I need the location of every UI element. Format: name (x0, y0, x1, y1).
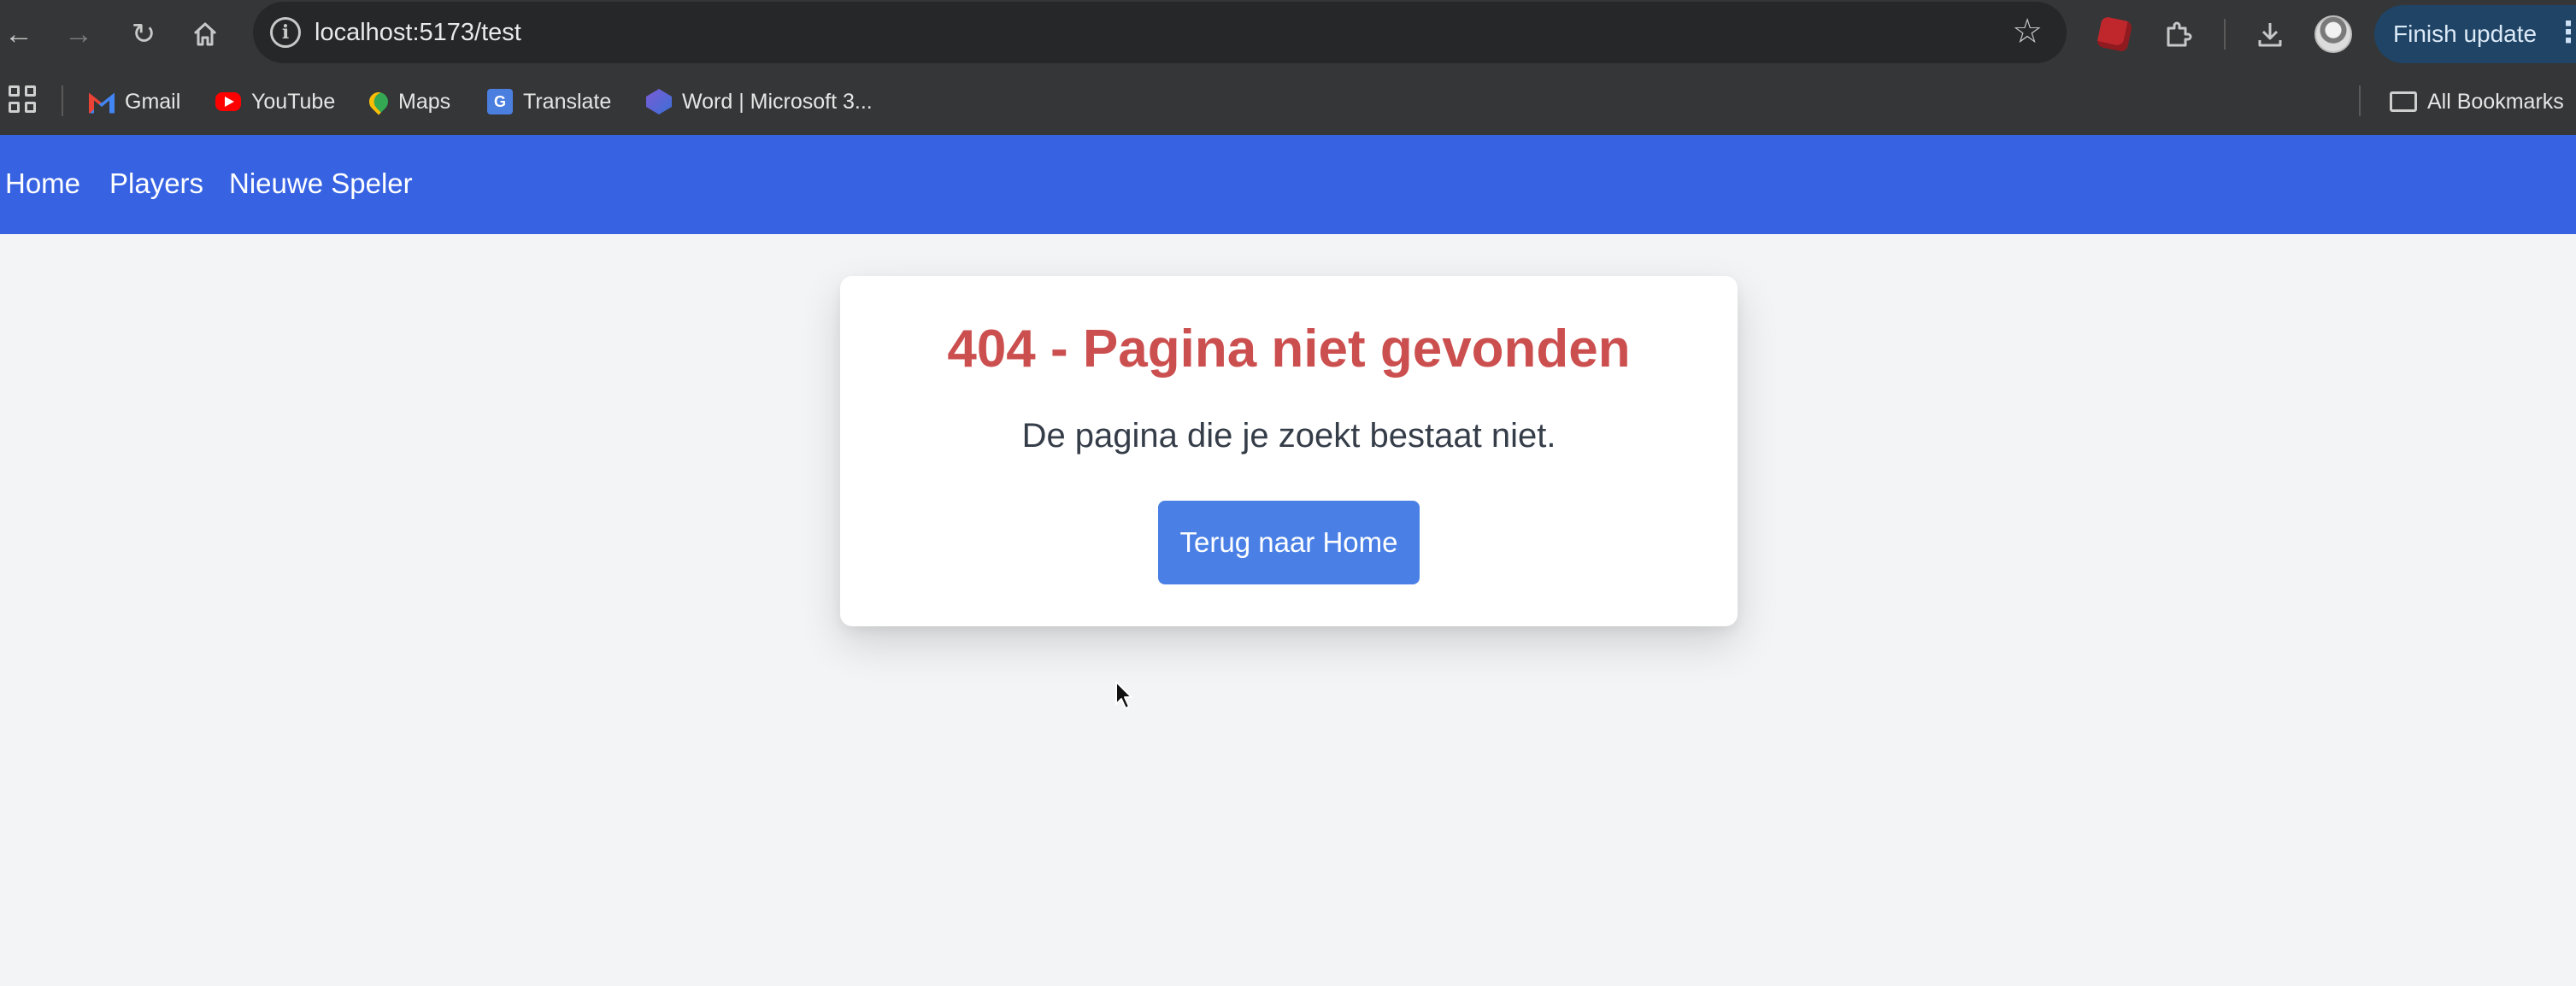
home-icon[interactable] (186, 15, 224, 53)
bookmark-youtube[interactable]: YouTube (215, 85, 335, 118)
maps-icon (365, 88, 392, 115)
download-icon[interactable] (2251, 15, 2289, 53)
word-icon (646, 89, 672, 114)
profile-avatar[interactable] (2314, 15, 2352, 53)
bookmark-gmail[interactable]: Gmail (89, 85, 180, 118)
bookmark-label: YouTube (251, 89, 336, 114)
gmail-icon (89, 92, 115, 114)
all-bookmarks-label: All Bookmarks (2427, 89, 2564, 114)
bookmark-maps[interactable]: Maps (365, 85, 451, 118)
bookmarks-bar: Gmail YouTube Maps G Translate Word | Mi… (0, 68, 2576, 135)
nav-link-new-player[interactable]: Nieuwe Speler (229, 167, 413, 200)
finish-update-button[interactable]: Finish update ⋮ (2374, 5, 2576, 63)
bookmark-translate[interactable]: G Translate (487, 85, 611, 118)
extensions-puzzle-icon[interactable] (2159, 15, 2197, 53)
translate-icon: G (487, 89, 513, 114)
toolbar-divider (2224, 19, 2226, 50)
extension-red-icon[interactable] (2096, 15, 2133, 53)
nav-link-players[interactable]: Players (109, 167, 203, 200)
reload-icon[interactable]: ↻ (125, 15, 162, 53)
bookmarks-divider (2359, 85, 2361, 116)
all-bookmarks[interactable]: All Bookmarks (2390, 85, 2564, 118)
bookmark-star-icon[interactable]: ☆ (2012, 12, 2043, 51)
youtube-icon (215, 92, 241, 111)
finish-update-label: Finish update (2393, 21, 2538, 47)
bookmark-label: Gmail (125, 89, 181, 114)
url-text[interactable]: localhost:5173/test (315, 19, 521, 47)
bookmark-word[interactable]: Word | Microsoft 3... (646, 85, 873, 118)
back-home-button[interactable]: Terug naar Home (1158, 501, 1420, 584)
not-found-card: 404 - Pagina niet gevonden De pagina die… (840, 276, 1738, 626)
site-info-icon[interactable]: i (270, 17, 301, 48)
forward-arrow-icon[interactable]: → (60, 15, 97, 53)
app-navbar: Home Players Nieuwe Speler (0, 135, 2576, 234)
error-title: 404 - Pagina niet gevonden (947, 320, 1631, 379)
bookmarks-divider (62, 85, 63, 116)
bookmark-label: Maps (398, 89, 451, 114)
apps-grid-icon[interactable] (9, 85, 38, 114)
folder-icon (2390, 91, 2417, 112)
error-message: De pagina die je zoekt bestaat niet. (1021, 417, 1556, 455)
bookmark-label: Translate (523, 89, 612, 114)
nav-link-home[interactable]: Home (5, 167, 80, 200)
browser-toolbar: ← → ↻ i localhost:5173/test ☆ Finish upd… (0, 0, 2576, 68)
more-menu-icon[interactable]: ⋮ (2554, 15, 2576, 50)
bookmark-label: Word | Microsoft 3... (682, 89, 873, 114)
back-arrow-icon[interactable]: ← (0, 15, 38, 53)
address-bar[interactable]: i localhost:5173/test ☆ (253, 2, 2067, 63)
